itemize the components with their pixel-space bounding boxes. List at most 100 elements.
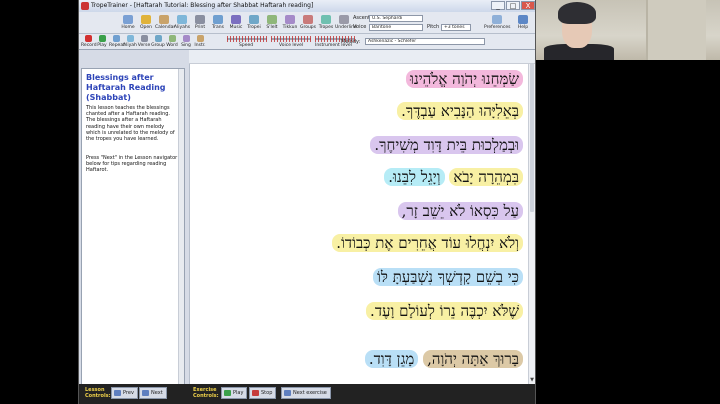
toolbar-button-label: Open: [139, 25, 153, 30]
speed-slider[interactable]: Speed: [227, 36, 267, 48]
webcam-person-hair: [558, 2, 596, 24]
lesson-next-label: Next: [151, 390, 163, 396]
verse-line[interactable]: וּבְמַלְכוּת בֵּית דָּוִד מְשִׁיחֶךָ.: [370, 136, 523, 155]
trope-group-highlight[interactable]: וְלֹא יִנְחֲלוּ עוֹד אֲחֵרִים אֶת כְּבוֹ…: [332, 234, 523, 252]
play-button[interactable]: Play: [95, 35, 109, 48]
scroll-thumb[interactable]: [530, 62, 534, 212]
verse-line[interactable]: עַל כִּסְאוֹ לֹא יֵשֵׁב זָר,: [397, 202, 523, 221]
scroll-down-icon[interactable]: ▼: [529, 377, 535, 384]
tikkun-button[interactable]: Tikkun: [281, 15, 299, 30]
preferences-button[interactable]: Preferences: [484, 15, 510, 30]
controls-bar: Lesson Controls: Prev Next Exercise Cont…: [79, 384, 535, 404]
trope-group-highlight[interactable]: בִּמְהֵרָה יָבֹא: [449, 168, 523, 186]
ascent-select[interactable]: U.S. Sephardi: [369, 15, 423, 22]
word-button[interactable]: Word: [165, 35, 179, 48]
trope-group-highlight[interactable]: שֶׁלֹּא יִכְבֶּה נֵרוֹ לְעוֹלָם וָעֶד.: [366, 302, 523, 320]
lesson-panel: Blessings after Haftarah Reading (Shabba…: [81, 68, 185, 386]
play-icon: [98, 35, 106, 42]
preferences-icon: [492, 15, 502, 24]
tropei-button[interactable]: Tropei: [245, 15, 263, 30]
trope-group-highlight[interactable]: בָּרוּךְ אַתָּה יְהֹוָה,: [423, 350, 523, 368]
s-lelt-button[interactable]: S'lelt: [263, 15, 281, 30]
next-exercise-icon: [284, 390, 291, 396]
next-exercise-button[interactable]: Next exercise: [281, 387, 331, 399]
group-button[interactable]: Group: [151, 35, 165, 48]
open-icon: [141, 15, 151, 24]
pitch-select[interactable]: +3 tones: [441, 24, 471, 31]
calendar-button[interactable]: Calendar: [155, 15, 175, 30]
music-icon: [231, 15, 241, 24]
toolbar-button-label: Word: [166, 43, 178, 48]
music-button[interactable]: Music: [227, 15, 245, 30]
verse-button[interactable]: Verse: [137, 35, 151, 48]
sing-button[interactable]: Sing: [179, 35, 193, 48]
home-button[interactable]: Home: [119, 15, 137, 30]
verse-line[interactable]: בְּאֵלִיָּהוּ הַנָּבִיא עַבְדֶּךָ.: [397, 102, 523, 121]
exercise-stop-button[interactable]: Stop: [249, 387, 277, 399]
exercise-stop-label: Stop: [261, 390, 273, 396]
record-button[interactable]: Record: [81, 35, 97, 48]
help-button[interactable]: Help: [515, 15, 531, 30]
trope-group-highlight[interactable]: בְּאֵלִיָּהוּ הַנָּבִיא עַבְדֶּךָ.: [397, 102, 523, 120]
trope-group-highlight[interactable]: עַל כִּסְאוֹ לֹא יֵשֵׁב זָר,: [397, 202, 523, 220]
trope-group-highlight[interactable]: מָגֵן דָּוִד.: [364, 350, 419, 368]
melody-select[interactable]: Ashkenazic - Schlefer: [365, 38, 485, 45]
toolbar-button-label: Tropei: [247, 25, 261, 30]
title-bar: TropeTrainer - [Haftarah Tutorial: Bless…: [79, 0, 535, 12]
open-button[interactable]: Open: [137, 15, 155, 30]
repeat-button[interactable]: Repeat: [109, 35, 125, 48]
minimize-button[interactable]: _: [491, 1, 505, 10]
print-button[interactable]: Print: [191, 15, 209, 30]
verse-line[interactable]: שַׂמְּחֵנוּ יְהֹוָה אֱלֹהֵינוּ: [406, 70, 523, 89]
trope-group-highlight[interactable]: וּבְמַלְכוּת בֵּית דָּוִד מְשִׁיחֶךָ.: [370, 136, 523, 154]
aliyahs-button[interactable]: Aliyahs: [173, 15, 191, 30]
trans-icon: [213, 15, 223, 24]
verse-line[interactable]: כִּי בְשֵׁם קָדְשְׁךָ נִשְׁבַּעְתָּ לּוֹ: [373, 268, 523, 287]
lesson-scrollbar[interactable]: [178, 69, 184, 385]
webcam-background: [646, 0, 706, 60]
toolbar-button-label: Verse: [137, 43, 151, 48]
trans-button[interactable]: Trans: [209, 15, 227, 30]
next-exercise-label: Next exercise: [293, 390, 327, 396]
verse-line[interactable]: שֶׁלֹּא יִכְבֶּה נֵרוֹ לְעוֹלָם וָעֶד.: [366, 302, 523, 321]
instr--button[interactable]: Instr.: [193, 35, 207, 48]
calendar-icon: [159, 15, 169, 24]
text-scrollbar[interactable]: ▲ ▼: [528, 50, 535, 384]
close-button[interactable]: X: [521, 1, 535, 10]
exercise-play-button[interactable]: Play: [221, 387, 248, 399]
print-icon: [195, 15, 205, 24]
lesson-prev-button[interactable]: Prev: [111, 387, 138, 399]
trope-group-highlight[interactable]: וְיָגֵל לִבֵּנוּ.: [384, 168, 445, 186]
lesson-next-button[interactable]: Next: [139, 387, 167, 399]
toolbar-button-label: Group: [151, 43, 165, 48]
trope-group-highlight[interactable]: כִּי בְשֵׁם קָדְשְׁךָ נִשְׁבַּעְתָּ לּוֹ: [373, 268, 523, 286]
underline-button[interactable]: Underline: [335, 15, 357, 30]
hebrew-text-pane: שַׂמְּחֵנוּ יְהֹוָה אֱלֹהֵינוּ בְּאֵלִיָּ…: [189, 50, 535, 384]
record-icon: [84, 35, 92, 42]
aliyah-button[interactable]: Aliyah: [123, 35, 137, 48]
verse-icon: [140, 35, 148, 42]
maximize-button[interactable]: □: [506, 1, 520, 10]
trope-group-highlight[interactable]: שַׂמְּחֵנוּ יְהֹוָה אֱלֹהֵינוּ: [406, 70, 523, 88]
exercise-controls-label: Exercise Controls:: [193, 387, 219, 399]
toolbar-button-label: Aliyahs: [173, 25, 191, 30]
voice-level-slider[interactable]: Voice level: [271, 36, 311, 48]
pitch-label: Pitch: [427, 24, 440, 30]
speed-label: Speed: [239, 43, 254, 48]
instrument-icon: [196, 35, 204, 42]
verse-line[interactable]: בִּמְהֵרָה יָבֹא וְיָגֵל לִבֵּנוּ.: [384, 168, 523, 187]
tropes-button[interactable]: Tropes: [317, 15, 335, 30]
sing-icon: [182, 35, 190, 42]
group-icon: [154, 35, 162, 42]
melody-label: Melody:: [341, 39, 361, 45]
verse-line[interactable]: וְלֹא יִנְחֲלוּ עוֹד אֲחֵרִים אֶת כְּבוֹ…: [332, 234, 523, 253]
preferences-label: Preferences: [484, 25, 511, 30]
toolbar-button-label: Print: [194, 25, 206, 30]
toolbar-button-label: Sing: [181, 43, 191, 48]
verse-line[interactable]: בָּרוּךְ אַתָּה יְהֹוָה, מָגֵן דָּוִד.: [364, 350, 523, 369]
groups-button[interactable]: Groups: [299, 15, 317, 30]
toolbar-button-label: Tikkun: [282, 25, 298, 30]
help-label: Help: [517, 25, 529, 30]
lesson-controls-label: Lesson Controls:: [85, 387, 111, 399]
voice-select[interactable]: Baritone: [369, 24, 423, 31]
